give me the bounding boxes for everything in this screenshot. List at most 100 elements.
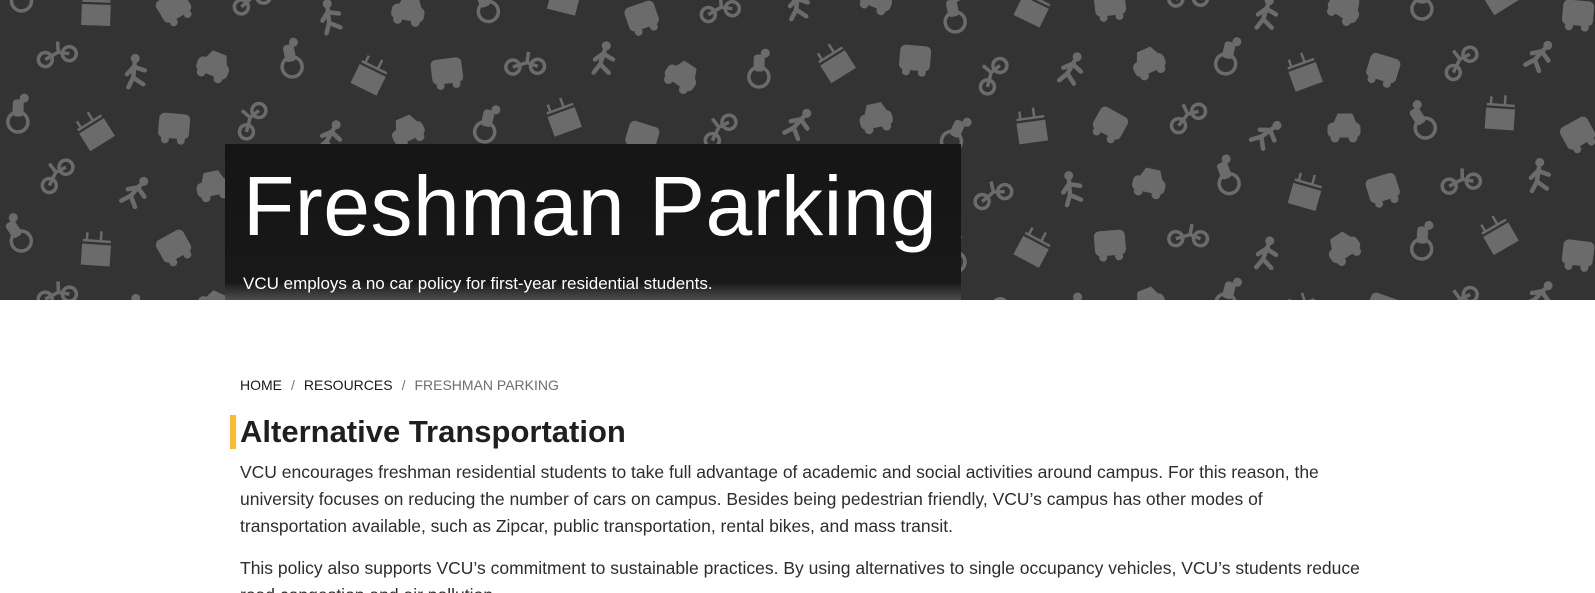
pedestrian-icon bbox=[592, 42, 614, 74]
breadcrumb-separator: / bbox=[401, 377, 406, 393]
bicycle-icon bbox=[1164, 0, 1213, 21]
bicycle-icon bbox=[1439, 283, 1484, 300]
main-content: HOME / RESOURCES / FRESHMAN PARKING Alte… bbox=[230, 377, 1360, 593]
breadcrumb: HOME / RESOURCES / FRESHMAN PARKING bbox=[240, 377, 1360, 393]
car-icon bbox=[1128, 283, 1170, 300]
bicycle-icon bbox=[969, 293, 1018, 300]
bus-icon bbox=[154, 227, 196, 270]
bicycle-icon bbox=[972, 178, 1015, 215]
motorcycle-icon bbox=[466, 0, 504, 27]
bus-icon bbox=[1088, 104, 1130, 147]
pedestrian-icon bbox=[1054, 169, 1085, 206]
car-icon bbox=[1127, 43, 1170, 83]
building-icon bbox=[1475, 209, 1520, 256]
breadcrumb-home[interactable]: HOME bbox=[240, 377, 282, 393]
car-icon bbox=[389, 0, 427, 29]
building-icon bbox=[1283, 48, 1324, 93]
car-icon bbox=[1327, 113, 1361, 143]
building-icon bbox=[1012, 0, 1056, 29]
pedestrian-icon bbox=[121, 173, 151, 209]
bicycle-icon bbox=[34, 35, 81, 77]
motorcycle-icon bbox=[1211, 272, 1245, 300]
motorcycle-icon bbox=[0, 0, 38, 17]
pedestrian-icon bbox=[1251, 114, 1285, 151]
motorcycle-icon bbox=[1211, 32, 1244, 78]
motorcycle-icon bbox=[1409, 0, 1435, 21]
car-icon bbox=[856, 100, 895, 136]
bus-icon bbox=[1560, 238, 1595, 273]
pedestrian-icon bbox=[1059, 51, 1084, 85]
building-icon bbox=[1475, 0, 1520, 16]
bicycle-icon bbox=[231, 0, 274, 19]
motorcycle-icon bbox=[746, 47, 772, 89]
pedestrian-icon bbox=[121, 293, 147, 300]
motorcycle-icon bbox=[0, 210, 37, 257]
bus-icon bbox=[1561, 0, 1595, 33]
building-icon bbox=[80, 0, 113, 27]
building-icon bbox=[349, 50, 393, 97]
bus-icon bbox=[1558, 114, 1595, 157]
car-icon bbox=[1130, 165, 1169, 201]
breadcrumb-current: FRESHMAN PARKING bbox=[414, 377, 559, 393]
pedestrian-icon bbox=[1256, 237, 1277, 268]
page-title: Freshman Parking bbox=[243, 159, 938, 253]
car-icon bbox=[659, 55, 704, 98]
bus-icon bbox=[153, 0, 196, 30]
pedestrian-icon bbox=[1525, 37, 1555, 73]
motorcycle-icon bbox=[5, 92, 31, 134]
car-icon bbox=[855, 0, 897, 18]
pedestrian-icon bbox=[784, 105, 814, 141]
motorcycle-icon bbox=[1409, 218, 1435, 262]
bicycle-icon bbox=[1438, 162, 1485, 205]
bus-icon bbox=[1364, 171, 1403, 210]
motorcycle-icon bbox=[470, 100, 503, 146]
motorcycle-icon bbox=[275, 35, 306, 81]
building-icon bbox=[1283, 288, 1324, 300]
bicycle-icon bbox=[697, 0, 744, 32]
title-box: Freshman Parking VCU employs a no car po… bbox=[225, 144, 961, 300]
bus-icon bbox=[157, 112, 191, 146]
heading-accent-bar bbox=[230, 415, 236, 449]
pedestrian-icon bbox=[313, 0, 345, 34]
building-icon bbox=[1013, 105, 1049, 146]
building-icon bbox=[1286, 168, 1326, 212]
building-icon bbox=[71, 105, 116, 152]
pedestrian-icon bbox=[1525, 157, 1551, 192]
body-paragraph: VCU encourages freshman residential stud… bbox=[240, 462, 1319, 536]
bus-icon bbox=[430, 56, 465, 91]
car-icon bbox=[192, 46, 234, 86]
bicycle-icon bbox=[35, 155, 80, 196]
hero-banner: Freshman Parking VCU employs a no car po… bbox=[0, 0, 1595, 300]
section-heading-text: Alternative Transportation bbox=[240, 414, 626, 449]
bicycle-icon bbox=[1168, 101, 1209, 135]
bicycle-icon bbox=[228, 98, 277, 144]
breadcrumb-resources[interactable]: RESOURCES bbox=[304, 377, 393, 393]
pedestrian-icon bbox=[1525, 277, 1556, 300]
building-icon bbox=[546, 0, 585, 17]
bus-icon bbox=[898, 44, 932, 78]
pedestrian-icon bbox=[1059, 290, 1085, 300]
body-paragraph: This policy also supports VCU’s commitme… bbox=[240, 558, 1360, 593]
building-icon bbox=[1012, 222, 1056, 269]
pedestrian-icon bbox=[784, 0, 811, 20]
bus-icon bbox=[1363, 51, 1402, 90]
pedestrian-icon bbox=[121, 53, 148, 88]
motorcycle-icon bbox=[1208, 152, 1244, 199]
bus-icon bbox=[1362, 291, 1402, 300]
bus-icon bbox=[623, 0, 663, 38]
page-subtitle: VCU employs a no car policy for first-ye… bbox=[243, 274, 713, 293]
car-icon bbox=[1321, 227, 1366, 270]
motorcycle-icon bbox=[1399, 97, 1441, 144]
bus-icon bbox=[1093, 229, 1127, 263]
breadcrumb-separator: / bbox=[291, 377, 295, 393]
bicycle-icon bbox=[1439, 42, 1484, 83]
building-icon bbox=[79, 228, 113, 268]
bicycle-icon bbox=[1164, 215, 1213, 262]
building-icon bbox=[812, 37, 857, 84]
section-heading: Alternative Transportation bbox=[230, 413, 1360, 451]
building-icon bbox=[1483, 92, 1517, 132]
bicycle-icon bbox=[501, 43, 550, 89]
bus-icon bbox=[1093, 0, 1128, 23]
car-icon bbox=[1322, 0, 1367, 30]
motorcycle-icon bbox=[938, 0, 969, 36]
